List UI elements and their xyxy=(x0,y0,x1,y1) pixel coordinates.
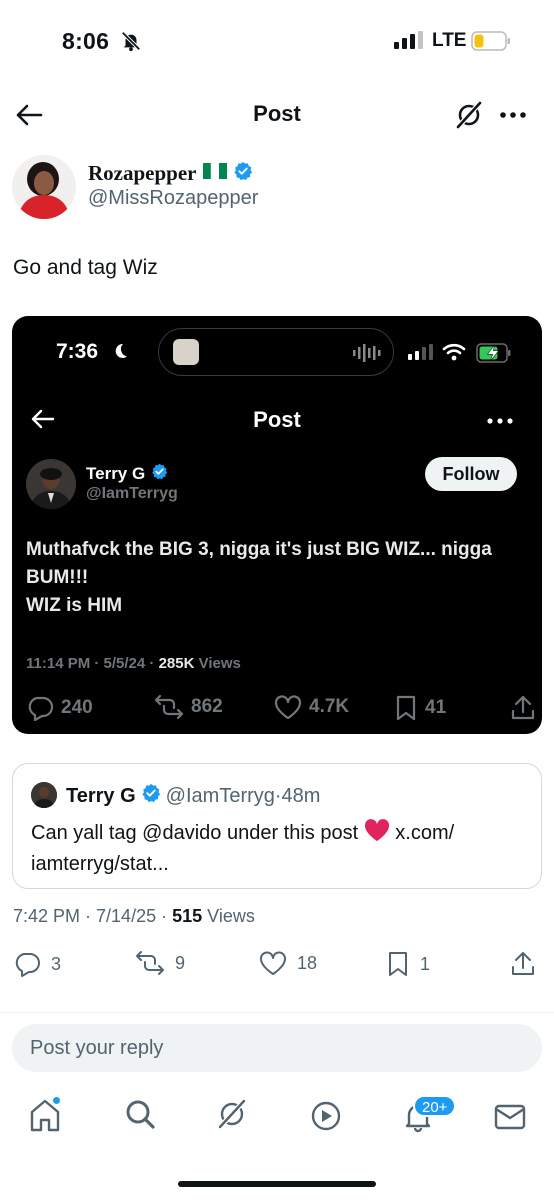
quoted-post-text: Can yall tag @davido under this post x.c… xyxy=(31,818,521,878)
embedded-post-line: BUM!!! xyxy=(26,567,89,588)
bookmark-button[interactable]: 1 xyxy=(386,950,430,978)
embedded-post-body: Muthafvck the BIG 3, nigga it's just BIG… xyxy=(26,536,531,620)
author-name-row: Rozapepper xyxy=(88,161,253,186)
status-time: 8:06 xyxy=(62,28,110,54)
embedded-post-meta: 11:14 PM · 5/5/24 · 285K Views xyxy=(26,655,241,672)
moon-icon xyxy=(111,342,129,365)
share-button[interactable] xyxy=(510,950,536,978)
embedded-heart-icon xyxy=(274,695,302,720)
network-label: LTE xyxy=(432,30,467,51)
embedded-post-line: WIZ is HIM xyxy=(26,595,123,616)
embedded-like-count: 4.7K xyxy=(309,696,350,717)
embedded-action-bar: 240 862 4.7K 41 xyxy=(26,694,535,724)
embedded-screenshot-image[interactable]: 7:36 Post Terry G @IamTerryg Follow Muth… xyxy=(12,316,542,734)
music-app-icon xyxy=(173,339,199,365)
embedded-post-line: Muthafvck the BIG 3, nigga it's just BIG… xyxy=(26,539,492,560)
embedded-share-icon xyxy=(511,695,535,720)
repost-count: 9 xyxy=(175,952,186,973)
embedded-follow-button: Follow xyxy=(425,457,517,491)
silent-bell-icon xyxy=(120,30,142,57)
divider xyxy=(0,1012,554,1013)
quoted-author-handle: @IamTerryg xyxy=(165,784,275,807)
embedded-repost-icon xyxy=(154,694,184,720)
bottom-tab-bar xyxy=(0,1094,554,1142)
embedded-bookmark-count: 41 xyxy=(425,697,447,718)
bookmark-icon xyxy=(389,952,407,976)
dynamic-island xyxy=(158,328,394,376)
top-header: Post xyxy=(0,92,554,138)
embedded-repost-action: 862 xyxy=(154,694,223,720)
embedded-repost-count: 862 xyxy=(191,696,223,717)
bookmark-count: 1 xyxy=(420,953,431,974)
quoted-text-part: Can yall tag @davido under this post xyxy=(31,822,364,844)
messages-tab-icon[interactable] xyxy=(490,1094,530,1139)
repost-icon xyxy=(136,951,164,975)
verified-badge-icon xyxy=(233,161,253,186)
embedded-battery-icon xyxy=(476,343,512,368)
quoted-author-row: Terry G @IamTerryg ·48m xyxy=(66,783,320,809)
quoted-author-avatar xyxy=(31,782,57,808)
embedded-bookmark-action: 41 xyxy=(394,694,446,722)
audio-wave-icon xyxy=(353,344,381,367)
views-label: Views xyxy=(202,906,255,926)
embedded-page-title: Post xyxy=(253,407,301,432)
quoted-post-time: ·48m xyxy=(274,784,321,807)
home-unread-dot xyxy=(53,1097,60,1104)
reply-count: 3 xyxy=(51,953,62,974)
embedded-reply-icon xyxy=(28,696,54,722)
embedded-share-action xyxy=(510,694,536,722)
like-count: 18 xyxy=(297,952,318,973)
embedded-bookmark-icon xyxy=(396,695,416,721)
author-handle[interactable]: @MissRozapepper xyxy=(88,187,258,210)
cellular-signal-icon xyxy=(394,31,424,54)
quoted-author-name: Terry G xyxy=(66,784,136,807)
nigeria-flag-icon xyxy=(202,162,227,184)
reply-input[interactable] xyxy=(12,1024,542,1072)
quoted-text-link-cont: iamterryg/stat... xyxy=(31,853,169,875)
embedded-reply-action: 240 xyxy=(26,694,93,722)
embedded-more-icon xyxy=(486,411,514,436)
embedded-status-time: 7:36 xyxy=(56,340,99,363)
post-meta: 7:42 PM · 7/14/25 · 515 Views xyxy=(13,906,255,927)
embedded-author-avatar xyxy=(26,459,76,509)
embedded-views-count: 285K xyxy=(158,655,195,672)
action-bar: 3 9 18 1 xyxy=(13,950,541,982)
status-bar: 8:06 LTE xyxy=(0,0,554,80)
embedded-author-handle: @IamTerryg xyxy=(86,485,178,502)
reply-icon xyxy=(15,953,40,977)
embedded-wifi-icon xyxy=(442,342,466,367)
heart-icon xyxy=(260,951,286,975)
red-heart-icon xyxy=(364,818,390,850)
like-button[interactable]: 18 xyxy=(259,950,317,976)
embedded-views-label: Views xyxy=(194,655,241,672)
search-tab-icon[interactable] xyxy=(120,1094,160,1139)
share-icon xyxy=(512,952,534,975)
embedded-author-name: Terry G xyxy=(86,464,146,483)
notifications-badge: 20+ xyxy=(413,1095,457,1117)
embedded-verified-badge-icon xyxy=(151,463,168,485)
grok-icon[interactable] xyxy=(454,100,484,135)
author-name[interactable]: Rozapepper xyxy=(88,161,197,186)
post-text: Go and tag Wiz xyxy=(13,256,158,279)
video-tab-icon[interactable] xyxy=(306,1094,346,1139)
embedded-reply-count: 240 xyxy=(61,697,93,718)
embedded-like-action: 4.7K xyxy=(274,694,349,720)
embedded-signal-icon xyxy=(408,344,434,365)
grok-tab-icon[interactable] xyxy=(212,1094,252,1139)
repost-button[interactable]: 9 xyxy=(135,950,185,976)
embedded-author-name-row: Terry G xyxy=(86,463,168,485)
more-options-icon[interactable] xyxy=(498,103,528,132)
battery-icon xyxy=(471,31,511,56)
quoted-text-link: x.com/ xyxy=(389,822,455,844)
quoted-post-card[interactable]: Terry G @IamTerryg ·48m Can yall tag @dav… xyxy=(12,763,542,889)
reply-button[interactable]: 3 xyxy=(13,950,61,978)
author-avatar[interactable] xyxy=(12,155,76,219)
post-timestamp: 7:42 PM · 7/14/25 · xyxy=(13,906,173,926)
views-count: 515 xyxy=(172,906,203,926)
home-indicator xyxy=(178,1181,376,1187)
quoted-verified-badge-icon xyxy=(141,783,161,809)
embedded-meta-timestamp: 11:14 PM · 5/5/24 · xyxy=(26,655,159,672)
